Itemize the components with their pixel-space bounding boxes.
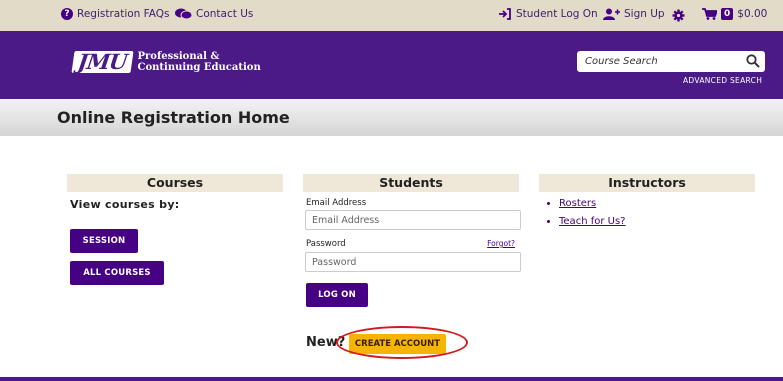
view-courses-by-label: View courses by: [70,198,180,211]
list-item: Teach for Us? [559,216,625,227]
students-heading: Students [303,174,519,192]
create-account-button[interactable]: CREATE ACCOUNT [349,334,446,354]
instructors-column: Instructors Rosters Teach for Us? [539,174,755,227]
question-icon: ? [61,8,73,20]
settings-link[interactable] [672,9,685,22]
cart-link[interactable]: 0 $0.00 [702,8,767,20]
search-icon[interactable] [746,54,760,68]
sign-up-link[interactable]: Sign Up [603,8,665,20]
jmu-logo[interactable]: JMU Professional & Continuing Education [71,49,261,74]
list-item: Rosters [559,198,625,209]
contact-us-link[interactable]: Contact Us [175,8,253,20]
advanced-search-link[interactable]: ADVANCED SEARCH [683,76,762,85]
chat-bubbles-icon [175,8,192,20]
bottom-purple-bar [0,377,783,381]
course-search-input[interactable] [577,51,737,72]
jmu-logo-mark: JMU [71,49,134,74]
page-title: Online Registration Home [57,108,290,127]
logo-line-1: Professional & [137,51,220,62]
gear-icon [672,9,685,22]
course-search-box [577,51,765,72]
student-log-on-label: Student Log On [516,8,598,20]
teach-for-us-link[interactable]: Teach for Us? [559,216,625,227]
student-log-on-link[interactable]: Student Log On [498,8,598,20]
top-utility-bar: ? Registration FAQs Contact Us Student L… [0,0,783,31]
instructor-links: Rosters Teach for Us? [539,198,625,234]
all-courses-button[interactable]: ALL COURSES [70,261,164,285]
courses-column: Courses View courses by: SESSION ALL COU… [67,174,283,285]
add-user-icon [603,8,620,20]
title-band: Online Registration Home [0,99,783,136]
courses-heading: Courses [67,174,283,192]
email-label: Email Address [306,198,367,208]
students-column: Students Email Address Password Forgot? … [303,174,521,307]
log-on-button[interactable]: LOG ON [306,283,368,307]
sign-up-label: Sign Up [624,8,665,20]
logo-text: Professional & Continuing Education [138,51,261,73]
site-header: JMU Professional & Continuing Education … [0,31,783,99]
cart-count-badge: 0 [721,8,734,20]
log-in-icon [499,8,511,20]
password-field[interactable] [305,252,521,272]
registration-faqs-link[interactable]: ? Registration FAQs [61,8,169,20]
cart-total: $0.00 [737,8,768,20]
email-field[interactable] [305,210,521,230]
forgot-password-link[interactable]: Forgot? [487,239,515,248]
contact-us-label: Contact Us [196,8,254,20]
instructors-heading: Instructors [539,174,755,192]
logo-line-2: Continuing Education [137,62,261,73]
session-button[interactable]: SESSION [70,229,138,253]
shopping-cart-icon [702,8,717,20]
new-user-label: New? [306,335,346,350]
password-label: Password [306,239,346,249]
registration-faqs-label: Registration FAQs [77,8,170,20]
rosters-link[interactable]: Rosters [559,198,596,209]
